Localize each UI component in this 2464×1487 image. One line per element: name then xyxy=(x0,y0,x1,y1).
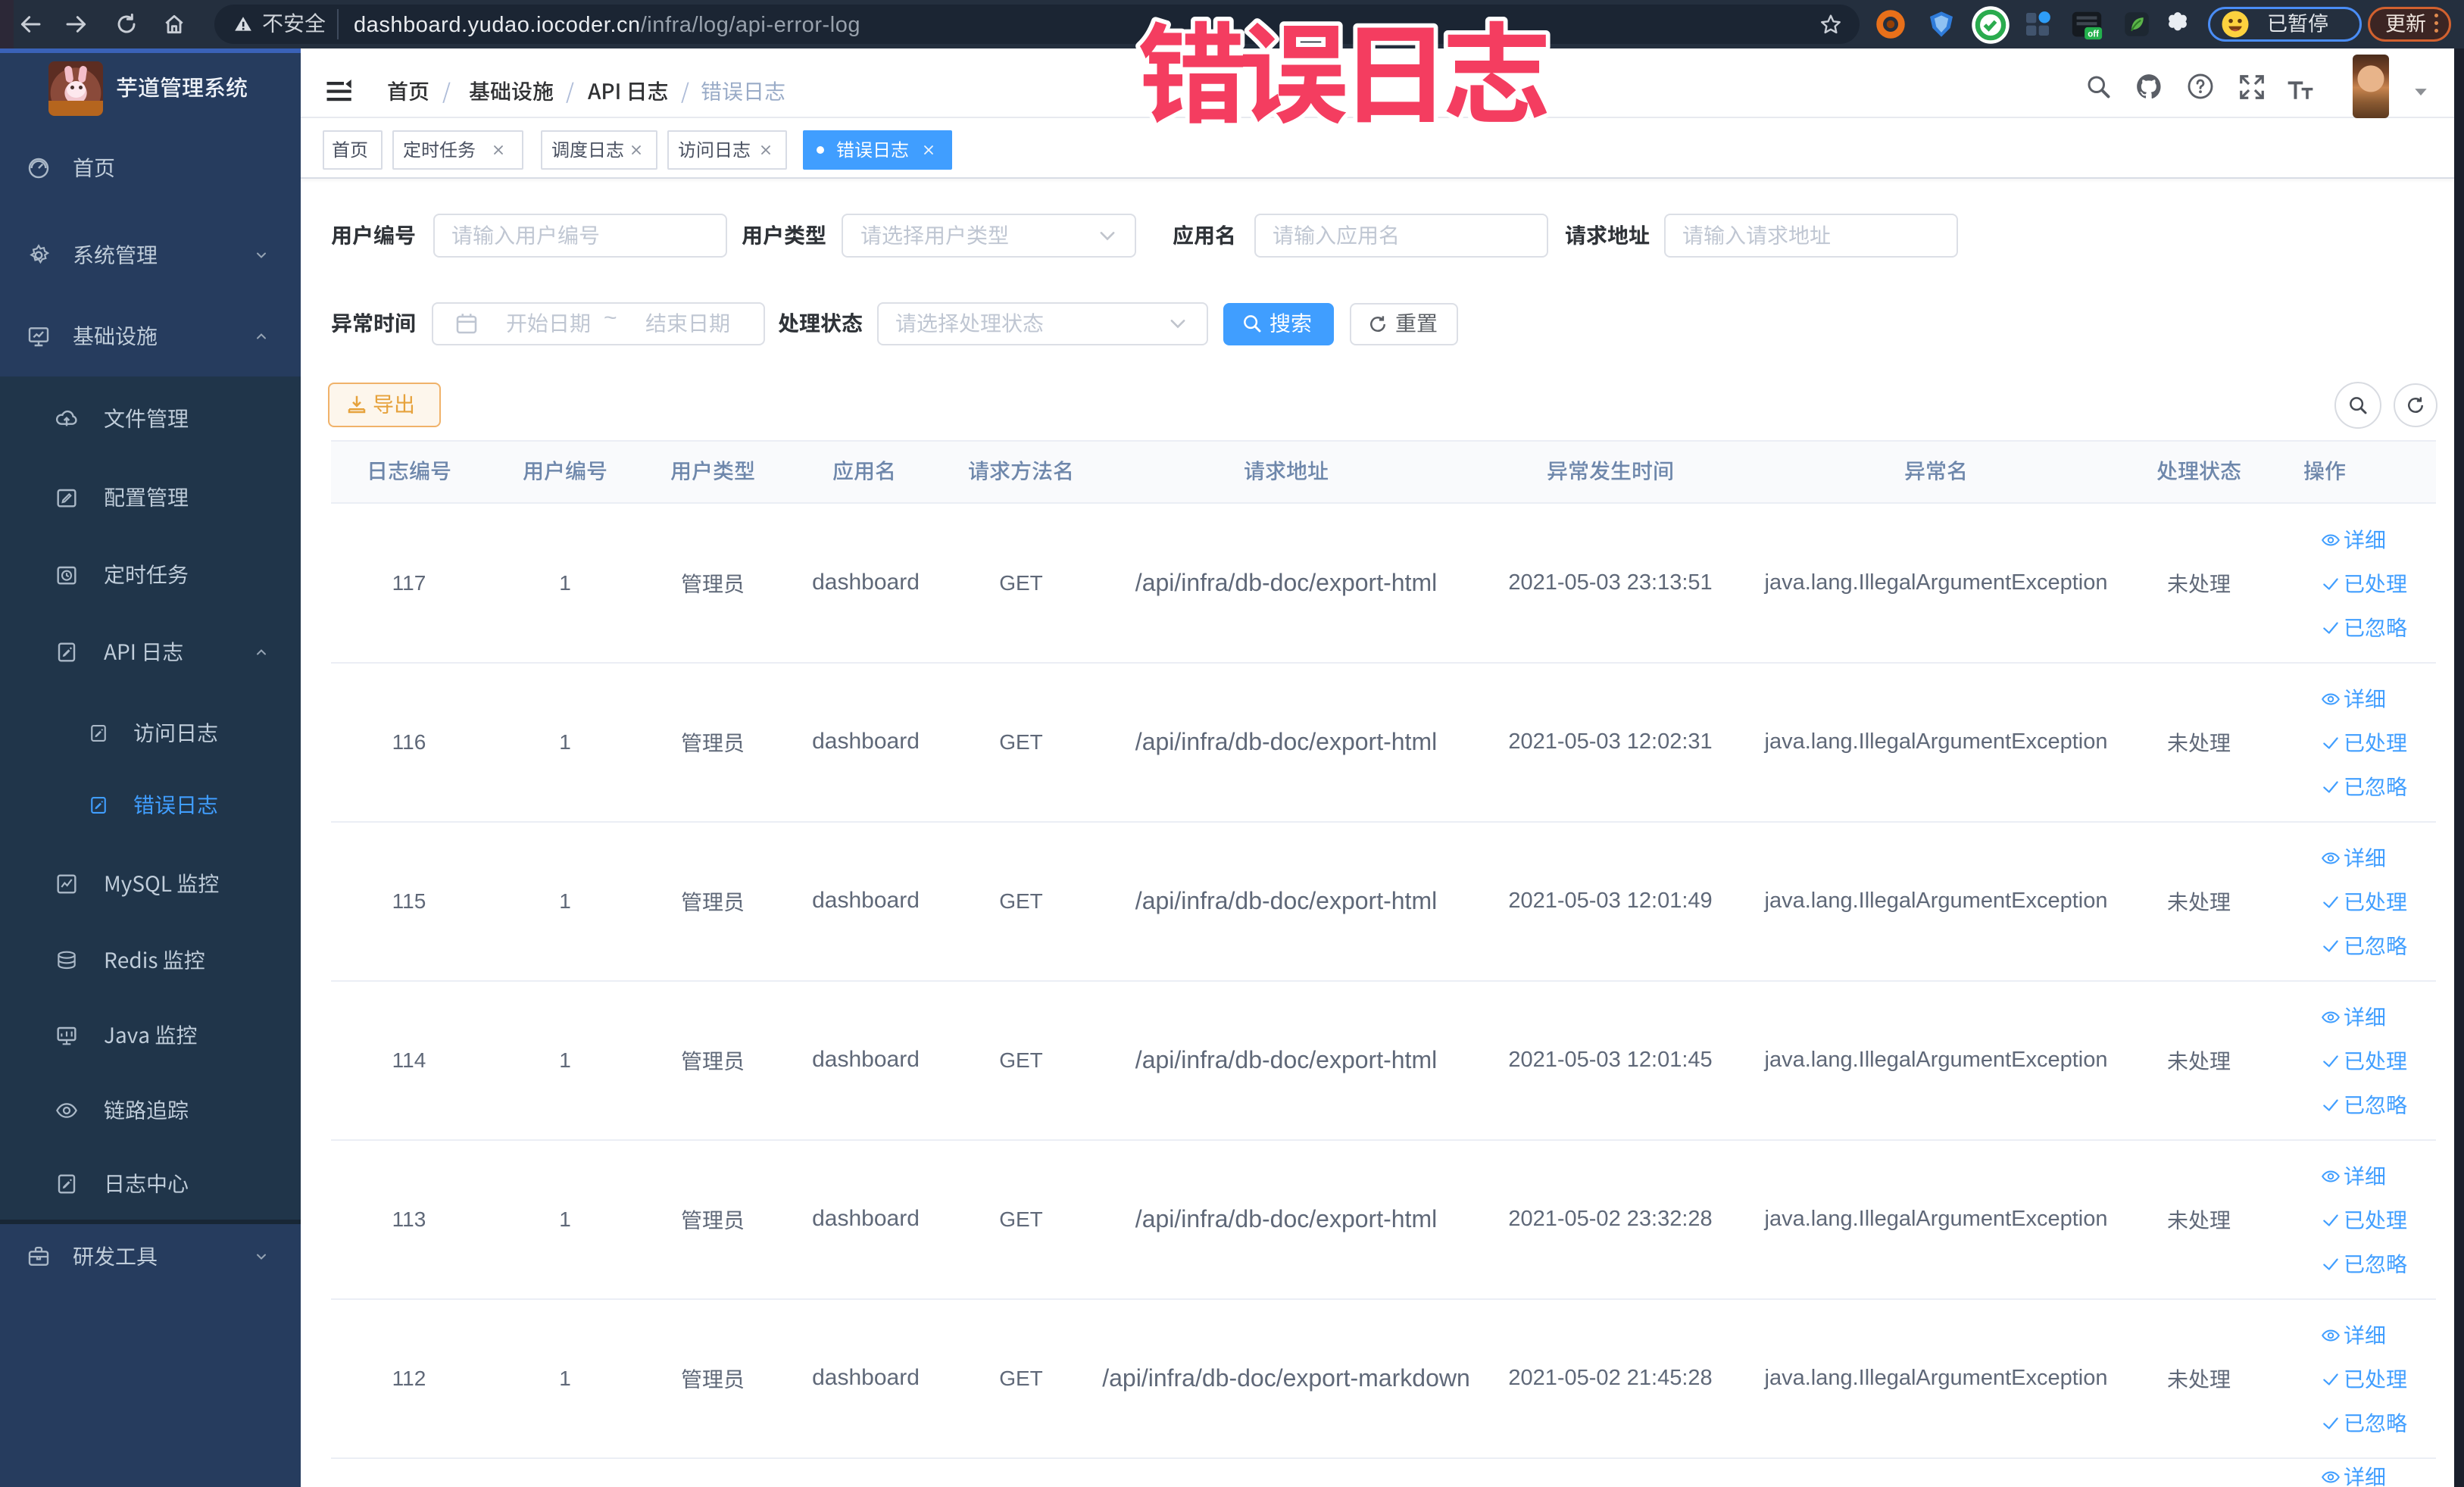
svg-text:off: off xyxy=(2088,30,2099,39)
